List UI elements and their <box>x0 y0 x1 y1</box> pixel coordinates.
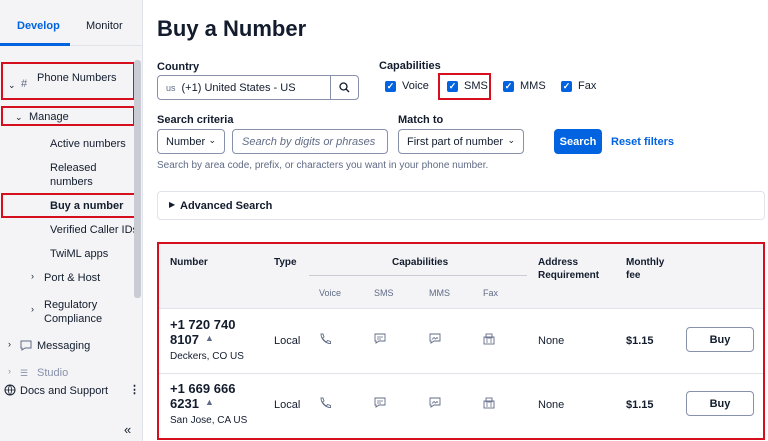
search-criteria-select[interactable]: Number ⌄ <box>157 129 225 154</box>
caret-right-icon: ▶ <box>169 200 176 209</box>
match-to-label: Match to <box>398 114 444 126</box>
sidebar-item-port-host[interactable]: Port & Host <box>44 271 100 285</box>
fax-icon <box>483 333 495 345</box>
results-table: Number Type Capabilities Address Require… <box>157 242 765 440</box>
col-voice: Voice <box>319 288 342 298</box>
phone-number-part1: +1 720 740 <box>170 317 236 332</box>
sidebar-item-twiml-apps[interactable]: TwiML apps <box>50 247 108 261</box>
chevron-right-icon: › <box>8 366 11 376</box>
reset-filters-link[interactable]: Reset filters <box>611 136 674 148</box>
highlight-box <box>1 193 140 218</box>
col-mms: MMS <box>429 288 450 298</box>
match-to-select[interactable]: First part of number ⌄ <box>398 129 524 154</box>
mms-icon <box>429 333 441 345</box>
more-vertical-icon[interactable]: ⋮ <box>129 383 140 397</box>
country-value: (+1) United States - US <box>181 81 296 94</box>
triangle-up-icon: ▲ <box>205 397 214 407</box>
search-criteria-label: Search criteria <box>157 114 234 126</box>
phone-number-part1: +1 669 666 <box>170 381 236 396</box>
monthly-fee: $1.15 <box>626 335 654 347</box>
chevron-right-icon: › <box>31 304 34 314</box>
number-type: Local <box>274 335 301 347</box>
chevron-right-icon: › <box>31 271 34 281</box>
fax-icon <box>483 397 495 409</box>
tab-active-indicator <box>0 43 70 46</box>
col-fax: Fax <box>483 288 499 298</box>
sidebar-item-messaging[interactable]: Messaging <box>37 339 90 353</box>
globe-icon <box>4 384 16 400</box>
sidebar-item-verified-caller-ids[interactable]: Verified Caller IDs <box>50 223 138 237</box>
address-requirement: None <box>538 335 565 347</box>
col-sms: SMS <box>374 288 394 298</box>
sidebar-tabs: Develop Monitor <box>0 0 143 46</box>
triangle-up-icon: ▲ <box>205 333 214 343</box>
checkbox-fax[interactable]: ✓ Fax <box>561 80 596 92</box>
chevron-right-icon: › <box>8 339 11 349</box>
buy-button[interactable]: Buy <box>686 391 754 416</box>
row-divider <box>159 373 763 374</box>
advanced-search-label: Advanced Search <box>180 200 273 212</box>
sidebar-scrollbar[interactable] <box>134 60 141 298</box>
tab-monitor[interactable]: Monitor <box>86 20 123 32</box>
check-icon: ✓ <box>503 80 514 92</box>
phone-number-part2: 6231 <box>170 396 199 411</box>
country-flag: us <box>166 82 176 93</box>
col-number: Number <box>170 257 208 268</box>
search-criteria-value: Number <box>166 135 206 148</box>
mms-icon <box>429 397 441 409</box>
match-to-value: First part of number <box>407 135 503 148</box>
search-input-placeholder: Search by digits or phrases <box>242 135 376 148</box>
checkbox-voice[interactable]: ✓ Voice <box>385 80 429 92</box>
checkbox-mms[interactable]: ✓ MMS <box>503 80 546 92</box>
country-select[interactable]: us (+1) United States - US <box>157 75 359 100</box>
collapse-sidebar-icon[interactable]: « <box>124 423 131 437</box>
monthly-fee: $1.15 <box>626 399 654 411</box>
search-icon[interactable] <box>330 76 358 99</box>
phone-number-part2: 8107 <box>170 332 199 347</box>
checkbox-mms-label: MMS <box>520 80 546 92</box>
col-type: Type <box>274 257 297 268</box>
phone-icon <box>319 333 331 345</box>
country-label: Country <box>157 61 200 73</box>
table-header: Number Type Capabilities Address Require… <box>159 244 763 308</box>
tab-develop[interactable]: Develop <box>17 20 60 32</box>
capabilities-divider <box>309 275 527 276</box>
advanced-search-toggle[interactable]: ▶ Advanced Search <box>157 191 765 220</box>
highlight-box <box>438 73 491 100</box>
number-location: San Jose, CA US <box>170 415 248 426</box>
number-location: Deckers, CO US <box>170 351 244 362</box>
sidebar-item-active-numbers[interactable]: Active numbers <box>50 137 126 151</box>
buy-button[interactable]: Buy <box>686 327 754 352</box>
col-capabilities: Capabilities <box>392 257 449 268</box>
chevron-down-icon: ⌄ <box>507 135 515 145</box>
chevron-down-icon: ⌄ <box>208 135 216 145</box>
message-icon <box>20 340 32 355</box>
sidebar-item-released-numbers[interactable]: Released numbers <box>50 161 112 189</box>
check-icon: ✓ <box>385 80 396 92</box>
phone-icon <box>319 397 331 409</box>
sidebar-item-studio[interactable]: Studio <box>37 366 68 380</box>
sidebar-item-docs-support[interactable]: Docs and Support <box>20 384 108 398</box>
search-input[interactable]: Search by digits or phrases <box>232 129 388 154</box>
checkbox-fax-label: Fax <box>578 80 597 92</box>
checkbox-voice-label: Voice <box>402 80 429 92</box>
check-icon: ✓ <box>561 80 572 92</box>
address-requirement: None <box>538 399 565 411</box>
highlight-box <box>1 62 135 100</box>
highlight-box <box>1 106 135 126</box>
col-fee: Monthly fee <box>626 257 665 281</box>
sidebar-item-regulatory-compliance[interactable]: Regulatory Compliance <box>44 298 114 326</box>
search-help-text: Search by area code, prefix, or characte… <box>157 160 489 171</box>
capabilities-label: Capabilities <box>379 60 441 72</box>
studio-icon: ☰ <box>20 368 29 378</box>
sms-icon <box>374 333 386 345</box>
number-type: Local <box>274 399 301 411</box>
col-address: Address Requirement <box>538 257 600 281</box>
search-button[interactable]: Search <box>554 129 602 154</box>
sms-icon <box>374 397 386 409</box>
row-divider <box>159 308 763 309</box>
sidebar: Develop Monitor ⌄ # Phone Numbers ⌄ Mana… <box>0 0 143 441</box>
page-title: Buy a Number <box>157 16 307 41</box>
